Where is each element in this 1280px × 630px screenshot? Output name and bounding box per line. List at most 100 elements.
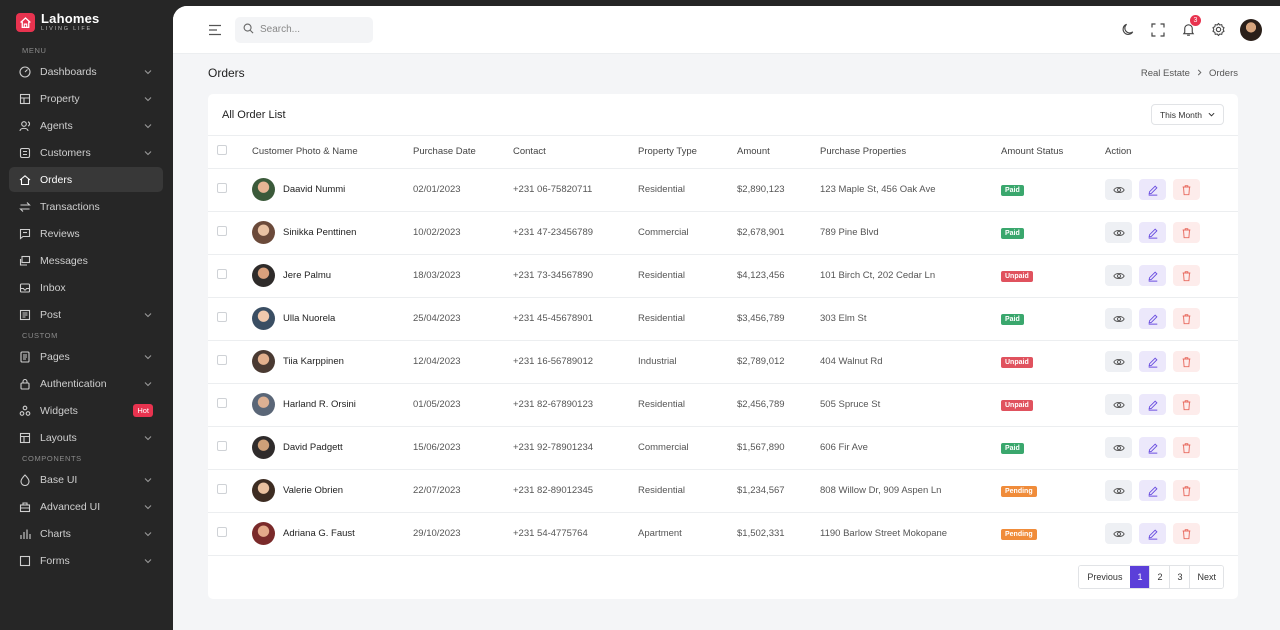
eye-icon[interactable] — [1105, 179, 1132, 200]
sidebar-item-post[interactable]: Post — [9, 302, 163, 327]
trash-icon[interactable] — [1173, 523, 1200, 544]
page-button-2[interactable]: 2 — [1149, 566, 1170, 588]
pencil-icon[interactable] — [1139, 523, 1166, 544]
select-all-checkbox[interactable] — [217, 145, 227, 156]
page-header: Orders Real Estate Orders — [173, 54, 1280, 92]
customer-name[interactable]: David Padgett — [283, 442, 343, 453]
trash-icon[interactable] — [1173, 308, 1200, 329]
row-checkbox[interactable] — [217, 441, 227, 451]
pencil-icon[interactable] — [1139, 179, 1166, 200]
customer-name[interactable]: Daavid Nummi — [283, 184, 345, 195]
breadcrumb-link[interactable]: Real Estate — [1141, 68, 1190, 79]
search-box[interactable] — [235, 16, 373, 43]
customer-name[interactable]: Jere Palmu — [283, 270, 331, 281]
eye-icon[interactable] — [1105, 351, 1132, 372]
sidebar-item-property[interactable]: Property — [9, 86, 163, 111]
customers-icon — [19, 147, 31, 159]
table-row[interactable]: Daavid Nummi 02/01/2023 +231 06-75820711 Re… — [208, 168, 1238, 212]
menu-toggle-icon[interactable] — [207, 22, 223, 38]
sidebar-item-messages[interactable]: Messages — [9, 248, 163, 273]
sidebar-item-base-ui[interactable]: Base UI — [9, 467, 163, 492]
pencil-icon[interactable] — [1139, 265, 1166, 286]
sidebar-item-authentication[interactable]: Authentication — [9, 371, 163, 396]
row-checkbox[interactable] — [217, 183, 227, 193]
brand[interactable]: Lahomes LIVING LIFE — [0, 0, 173, 44]
pencil-icon[interactable] — [1139, 480, 1166, 501]
row-checkbox[interactable] — [217, 312, 227, 322]
table-row[interactable]: Jere Palmu 18/03/2023 +231 73-34567890 Resi… — [208, 254, 1238, 298]
row-checkbox[interactable] — [217, 355, 227, 365]
trash-icon[interactable] — [1173, 351, 1200, 372]
customer-name[interactable]: Sinikka Penttinen — [283, 227, 356, 238]
search-input[interactable] — [260, 24, 370, 35]
row-checkbox[interactable] — [217, 527, 227, 537]
bell-icon[interactable]: 3 — [1180, 14, 1201, 38]
sidebar-item-pages[interactable]: Pages — [9, 344, 163, 369]
table-row[interactable]: David Padgett 15/06/2023 +231 92-78901234 C… — [208, 426, 1238, 470]
table-row[interactable]: Harland R. Orsini 01/05/2023 +231 82-67890… — [208, 383, 1238, 427]
amount: $2,890,123 — [737, 168, 820, 212]
trash-icon[interactable] — [1173, 480, 1200, 501]
table-row[interactable]: Tiia Karppinen 12/04/2023 +231 16-56789012… — [208, 340, 1238, 384]
pencil-icon[interactable] — [1139, 394, 1166, 415]
table-row[interactable]: Ulla Nuorela 25/04/2023 +231 45-45678901 Re… — [208, 297, 1238, 341]
row-checkbox[interactable] — [217, 269, 227, 279]
customer-name[interactable]: Valerie Obrien — [283, 485, 343, 496]
amount: $2,456,789 — [737, 383, 820, 427]
month-filter-dropdown[interactable]: This Month — [1150, 104, 1224, 125]
sidebar-item-layouts[interactable]: Layouts — [9, 425, 163, 450]
chevron-down-icon — [143, 94, 153, 104]
eye-icon[interactable] — [1105, 437, 1132, 458]
column-header-purchase-date: Purchase Date — [413, 136, 513, 169]
trash-icon[interactable] — [1173, 265, 1200, 286]
pencil-icon[interactable] — [1139, 222, 1166, 243]
orders-card: All Order List This Month Customer Photo… — [208, 94, 1238, 599]
eye-icon[interactable] — [1105, 308, 1132, 329]
property-type: Residential — [638, 254, 737, 298]
brand-tagline: LIVING LIFE — [41, 25, 92, 32]
page-button-3[interactable]: 3 — [1169, 566, 1190, 588]
trash-icon[interactable] — [1173, 394, 1200, 415]
page-button-1[interactable]: 1 — [1130, 566, 1150, 588]
eye-icon[interactable] — [1105, 523, 1132, 544]
sidebar-item-widgets[interactable]: Widgets Hot — [9, 398, 163, 423]
customer-name[interactable]: Harland R. Orsini — [283, 399, 356, 410]
sidebar-item-dashboards[interactable]: Dashboards — [9, 59, 163, 84]
customer-name[interactable]: Adriana G. Faust — [283, 528, 355, 539]
gear-icon[interactable] — [1210, 22, 1226, 38]
customer-name[interactable]: Ulla Nuorela — [283, 313, 335, 324]
sidebar-item-advanced-ui[interactable]: Advanced UI — [9, 494, 163, 519]
row-checkbox[interactable] — [217, 398, 227, 408]
row-checkbox[interactable] — [217, 226, 227, 236]
eye-icon[interactable] — [1105, 222, 1132, 243]
sidebar-item-reviews[interactable]: Reviews — [9, 221, 163, 246]
user-avatar[interactable] — [1240, 18, 1262, 41]
customer-name[interactable]: Tiia Karppinen — [283, 356, 344, 367]
table-row[interactable]: Sinikka Penttinen 10/02/2023 +231 47-23456… — [208, 211, 1238, 255]
purchase-date: 10/02/2023 — [413, 211, 513, 255]
pencil-icon[interactable] — [1139, 437, 1166, 458]
eye-icon[interactable] — [1105, 265, 1132, 286]
eye-icon[interactable] — [1105, 480, 1132, 501]
sidebar-item-customers[interactable]: Customers — [9, 140, 163, 165]
trash-icon[interactable] — [1173, 179, 1200, 200]
column-header-customer-photo-name: Customer Photo & Name — [252, 136, 413, 169]
table-row[interactable]: Valerie Obrien 22/07/2023 +231 82-89012345… — [208, 469, 1238, 513]
trash-icon[interactable] — [1173, 222, 1200, 243]
fullscreen-icon[interactable] — [1150, 22, 1166, 38]
sidebar-item-transactions[interactable]: Transactions — [9, 194, 163, 219]
next-page-button[interactable]: Next — [1189, 566, 1223, 588]
trash-icon[interactable] — [1173, 437, 1200, 458]
sidebar-item-agents[interactable]: Agents — [9, 113, 163, 138]
sidebar-item-orders[interactable]: Orders — [9, 167, 163, 192]
sidebar-item-charts[interactable]: Charts — [9, 521, 163, 546]
pencil-icon[interactable] — [1139, 351, 1166, 372]
table-row[interactable]: Adriana G. Faust 29/10/2023 +231 54-477576… — [208, 512, 1238, 556]
previous-page-button[interactable]: Previous — [1079, 566, 1131, 588]
row-checkbox[interactable] — [217, 484, 227, 494]
sidebar-item-forms[interactable]: Forms — [9, 548, 163, 573]
pencil-icon[interactable] — [1139, 308, 1166, 329]
sidebar-item-inbox[interactable]: Inbox — [9, 275, 163, 300]
moon-icon[interactable] — [1120, 22, 1136, 38]
eye-icon[interactable] — [1105, 394, 1132, 415]
